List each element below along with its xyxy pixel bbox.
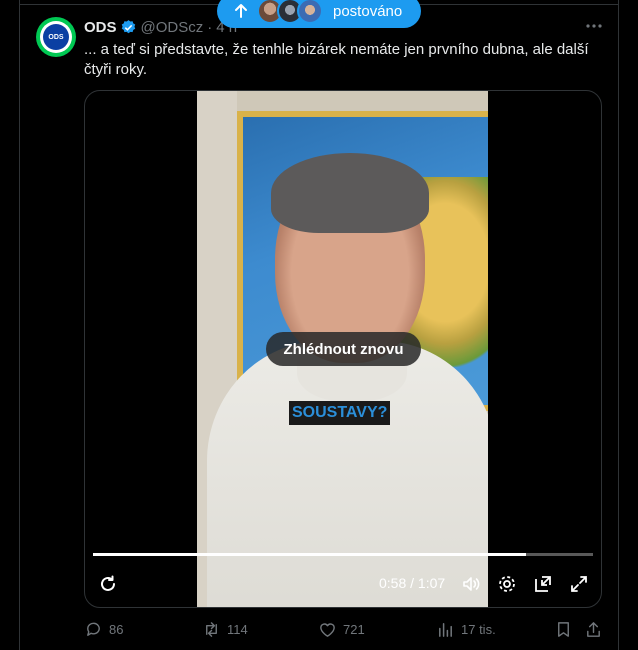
views-button[interactable]: 17 tis. [436,620,496,639]
like-button[interactable]: 721 [318,620,365,639]
reply-count: 86 [109,622,124,637]
views-icon [439,623,452,637]
share-icon [587,622,600,637]
share-button[interactable] [584,620,609,639]
reply-icon [87,622,100,636]
like-count: 721 [343,622,365,637]
progress-fill [93,553,526,556]
volume-icon[interactable] [460,573,482,595]
more-icon[interactable] [584,16,604,41]
bookmark-button[interactable] [554,620,579,639]
author-handle[interactable]: @ODScz [141,19,204,36]
pill-avatar [297,0,323,24]
repost-count: 114 [227,622,248,637]
view-count: 17 tis. [461,622,496,637]
arrow-up-icon [235,4,247,18]
replay-icon[interactable] [97,573,119,595]
speaker-hair [271,153,429,233]
video-player[interactable]: Zhlédnout znovu SOUSTAVY? 0:58 / 1:07 [84,90,602,608]
settings-icon[interactable] [496,573,518,595]
pip-icon[interactable] [532,573,554,595]
video-caption: SOUSTAVY? [289,401,391,425]
reply-button[interactable]: 86 [84,620,123,639]
repost-button[interactable]: 114 [202,620,248,639]
author-name[interactable]: ODS [84,19,117,36]
tweet-actions: 86 114 721 17 tis. [84,620,604,642]
progress-bar[interactable] [93,553,593,556]
pill-avatars [257,0,323,24]
video-controls: 0:58 / 1:07 [85,561,601,607]
pill-label: postováno [333,2,403,20]
separator-dot: · [207,18,213,36]
like-icon [320,623,335,637]
bookmark-icon [558,622,569,637]
ods-logo: ODS [43,24,69,50]
replay-button[interactable]: Zhlédnout znovu [266,332,421,366]
new-posts-pill[interactable]: postováno [217,0,421,28]
repost-icon [206,622,217,637]
tweet-text: ... a teď si představte, že tenhle bizár… [84,41,589,78]
time-readout: 0:58 / 1:07 [379,575,446,591]
tweet-header: ODS @ODScz · 4 h [84,17,237,37]
fullscreen-icon[interactable] [568,573,590,595]
avatar-inner: ODS [40,21,72,53]
avatar[interactable]: ODS [36,17,76,57]
verified-badge-icon [121,19,135,33]
